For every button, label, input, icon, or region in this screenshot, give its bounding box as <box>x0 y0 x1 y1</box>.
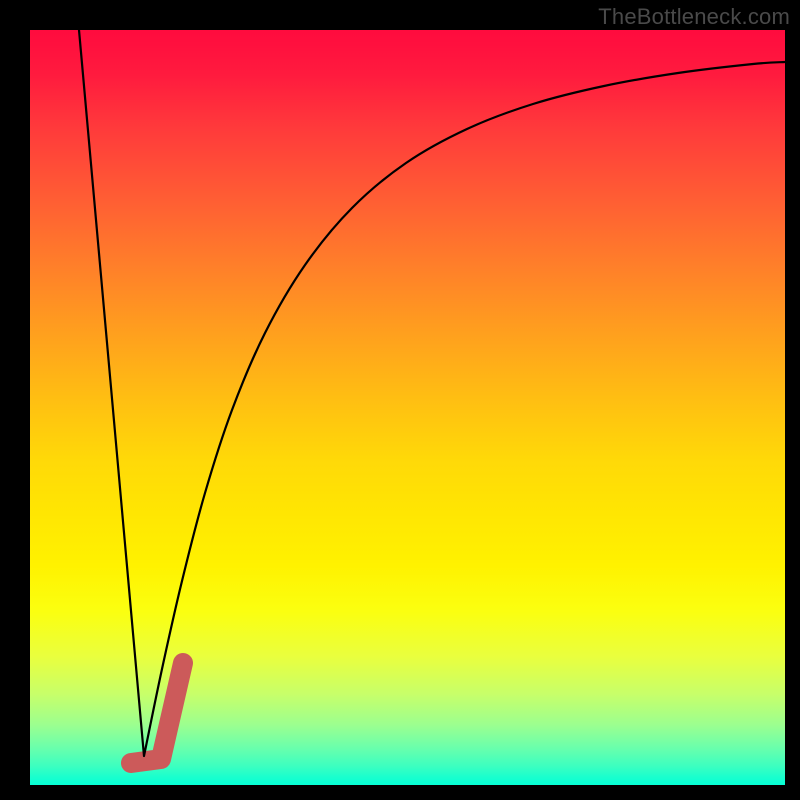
bottleneck-curve <box>79 30 785 756</box>
highlight-segment <box>131 663 183 763</box>
watermark-text: TheBottleneck.com <box>598 4 790 30</box>
chart-frame: TheBottleneck.com <box>0 0 800 800</box>
plot-area <box>30 30 785 785</box>
curve-layer <box>30 30 785 785</box>
